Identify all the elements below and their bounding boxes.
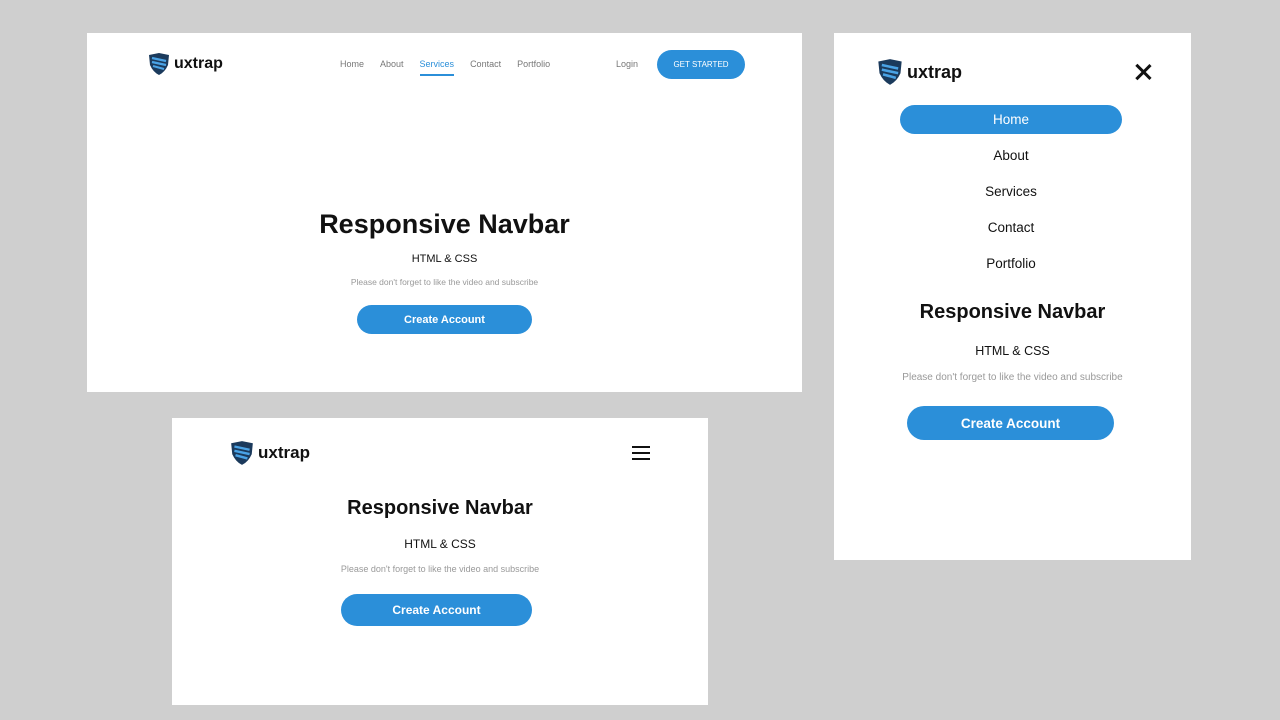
- get-started-button[interactable]: GET STARTED: [657, 50, 745, 79]
- hamburger-bar: [632, 446, 650, 448]
- brand-logo[interactable]: uxtrap: [147, 52, 223, 76]
- hero-title: Responsive Navbar: [319, 209, 570, 239]
- mobile-nav-link-home[interactable]: Home: [900, 105, 1122, 134]
- shield-logo-icon: [149, 53, 169, 75]
- hero-subtitle: HTML & CSS: [411, 253, 478, 265]
- create-account-button[interactable]: Create Account: [357, 305, 532, 334]
- mobile-nav-link-portfolio[interactable]: Portfolio: [900, 249, 1122, 278]
- mobile-nav: Home About Services Contact Portfolio: [834, 105, 1191, 285]
- shield-logo-icon: [231, 441, 253, 465]
- hero-note: Please don't forget to like the video an…: [902, 372, 1123, 383]
- hamburger-menu-icon[interactable]: [632, 445, 650, 461]
- nav-link-contact[interactable]: Contact: [462, 58, 509, 70]
- brand-name: uxtrap: [258, 443, 310, 462]
- close-icon[interactable]: [1134, 63, 1152, 81]
- brand-name: uxtrap: [174, 55, 223, 72]
- tablet-preview: uxtrap Responsive Navbar HTML & CSS Plea…: [172, 418, 708, 705]
- shield-logo-icon: [878, 59, 902, 85]
- hero-title: Responsive Navbar: [919, 301, 1106, 323]
- brand-name: uxtrap: [907, 61, 963, 82]
- mobile-nav-link-contact[interactable]: Contact: [900, 213, 1122, 242]
- create-account-button[interactable]: Create Account: [341, 594, 532, 626]
- create-account-button[interactable]: Create Account: [907, 406, 1114, 440]
- hamburger-bar: [632, 458, 650, 460]
- desktop-nav: Home About Services Contact Portfolio: [332, 58, 558, 76]
- brand-logo[interactable]: uxtrap: [229, 440, 310, 466]
- brand-logo[interactable]: uxtrap: [876, 58, 962, 86]
- mobile-nav-link-about[interactable]: About: [900, 141, 1122, 170]
- hero-note: Please don't forget to like the video an…: [340, 564, 540, 574]
- hamburger-bar: [632, 452, 650, 454]
- hero-note: Please don't forget to like the video an…: [350, 277, 539, 287]
- desktop-preview: uxtrap Home About Services Contact Portf…: [87, 33, 802, 392]
- login-link[interactable]: Login: [616, 58, 638, 70]
- nav-link-home[interactable]: Home: [332, 58, 372, 70]
- mobile-preview: uxtrap Home About Services Contact Portf…: [834, 33, 1191, 560]
- nav-link-services[interactable]: Services: [412, 58, 463, 76]
- hero-title: Responsive Navbar: [347, 497, 533, 519]
- hero-subtitle: HTML & CSS: [975, 344, 1050, 358]
- hero-subtitle: HTML & CSS: [404, 537, 476, 551]
- nav-link-about[interactable]: About: [372, 58, 412, 70]
- nav-link-portfolio[interactable]: Portfolio: [509, 58, 558, 70]
- mobile-nav-link-services[interactable]: Services: [900, 177, 1122, 206]
